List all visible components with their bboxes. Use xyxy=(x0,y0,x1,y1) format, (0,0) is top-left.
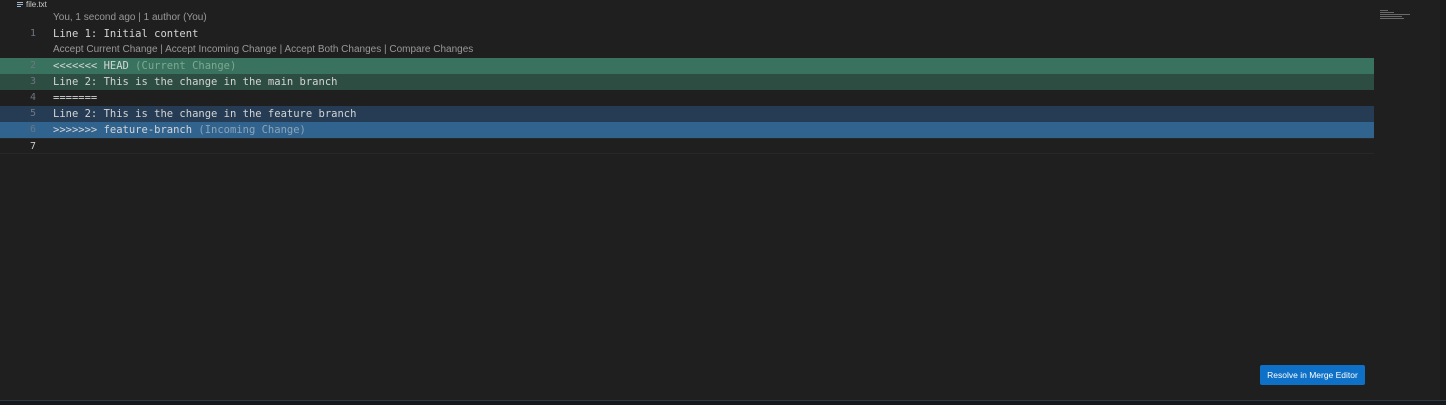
code-line-current-marker[interactable]: 2 <<<<<<< HEAD (Current Change) xyxy=(0,58,1374,74)
line-text[interactable]: >>>>>>> feature-branch (Incoming Change) xyxy=(53,122,1374,138)
conflict-marker-head: <<<<<<< HEAD xyxy=(53,60,129,72)
breadcrumb[interactable]: file.txt xyxy=(17,0,47,9)
line-number: 5 xyxy=(29,108,36,119)
line-number-gutter: 3 xyxy=(0,74,53,90)
editor: file.txt You, 1 second ago | 1 author (Y… xyxy=(0,0,1446,405)
line-text[interactable]: Line 2: This is the change in the featur… xyxy=(53,106,1374,122)
codelens-separator: | xyxy=(157,44,166,55)
line-number-gutter: 1 xyxy=(0,26,53,42)
line-number: 6 xyxy=(29,124,36,135)
line-text[interactable]: Line 2: This is the change in the main b… xyxy=(53,74,1374,90)
vertical-scrollbar[interactable] xyxy=(1440,0,1446,405)
panel-edge xyxy=(0,400,1446,405)
code-line-separator[interactable]: 4 ======= xyxy=(0,90,1374,106)
code-line-incoming[interactable]: 5 Line 2: This is the change in the feat… xyxy=(0,106,1374,122)
compare-changes-link[interactable]: Compare Changes xyxy=(389,44,473,55)
line-number: 2 xyxy=(29,60,36,71)
codelens-row: Accept Current Change | Accept Incoming … xyxy=(0,42,1374,58)
resolve-in-merge-editor-button[interactable]: Resolve in Merge Editor xyxy=(1260,365,1365,385)
line-number-gutter: 2 xyxy=(0,58,53,74)
line-text[interactable]: <<<<<<< HEAD (Current Change) xyxy=(53,58,1374,74)
line-text[interactable]: Line 1: Initial content xyxy=(53,26,1374,42)
accept-incoming-change-link[interactable]: Accept Incoming Change xyxy=(165,44,277,55)
line-number-gutter: 5 xyxy=(0,106,53,122)
code-line-cursor[interactable]: 7 xyxy=(0,138,1374,154)
code-line[interactable]: 1 Line 1: Initial content xyxy=(0,26,1374,42)
code-line-incoming-marker[interactable]: 6 >>>>>>> feature-branch (Incoming Chang… xyxy=(0,122,1374,138)
gutter xyxy=(0,42,53,58)
code-area[interactable]: You, 1 second ago | 1 author (You) 1 Lin… xyxy=(0,10,1374,154)
code-line-current[interactable]: 3 Line 2: This is the change in the main… xyxy=(0,74,1374,90)
merge-codelens: Accept Current Change | Accept Incoming … xyxy=(53,42,1374,58)
current-change-hint: (Current Change) xyxy=(128,60,237,72)
incoming-change-hint: (Incoming Change) xyxy=(192,124,306,136)
line-text[interactable] xyxy=(53,139,1374,153)
line-number: 4 xyxy=(29,92,36,103)
breadcrumb-file-name[interactable]: file.txt xyxy=(26,0,47,9)
line-number: 7 xyxy=(29,141,36,152)
accept-current-change-link[interactable]: Accept Current Change xyxy=(53,44,158,55)
file-icon xyxy=(17,1,23,8)
blame-annotation-row: You, 1 second ago | 1 author (You) xyxy=(0,10,1374,26)
line-number: 1 xyxy=(29,28,36,39)
blame-annotation[interactable]: You, 1 second ago | 1 author (You) xyxy=(53,10,1374,26)
line-number-gutter: 4 xyxy=(0,90,53,106)
line-number: 3 xyxy=(29,76,36,87)
conflict-separator[interactable]: ======= xyxy=(53,90,1374,106)
conflict-marker-feature: >>>>>>> feature-branch xyxy=(53,124,193,136)
accept-both-changes-link[interactable]: Accept Both Changes xyxy=(284,44,381,55)
line-number-gutter: 7 xyxy=(0,139,53,153)
line-number-gutter: 6 xyxy=(0,122,53,138)
minimap[interactable] xyxy=(1380,10,1412,20)
gutter xyxy=(0,10,53,26)
